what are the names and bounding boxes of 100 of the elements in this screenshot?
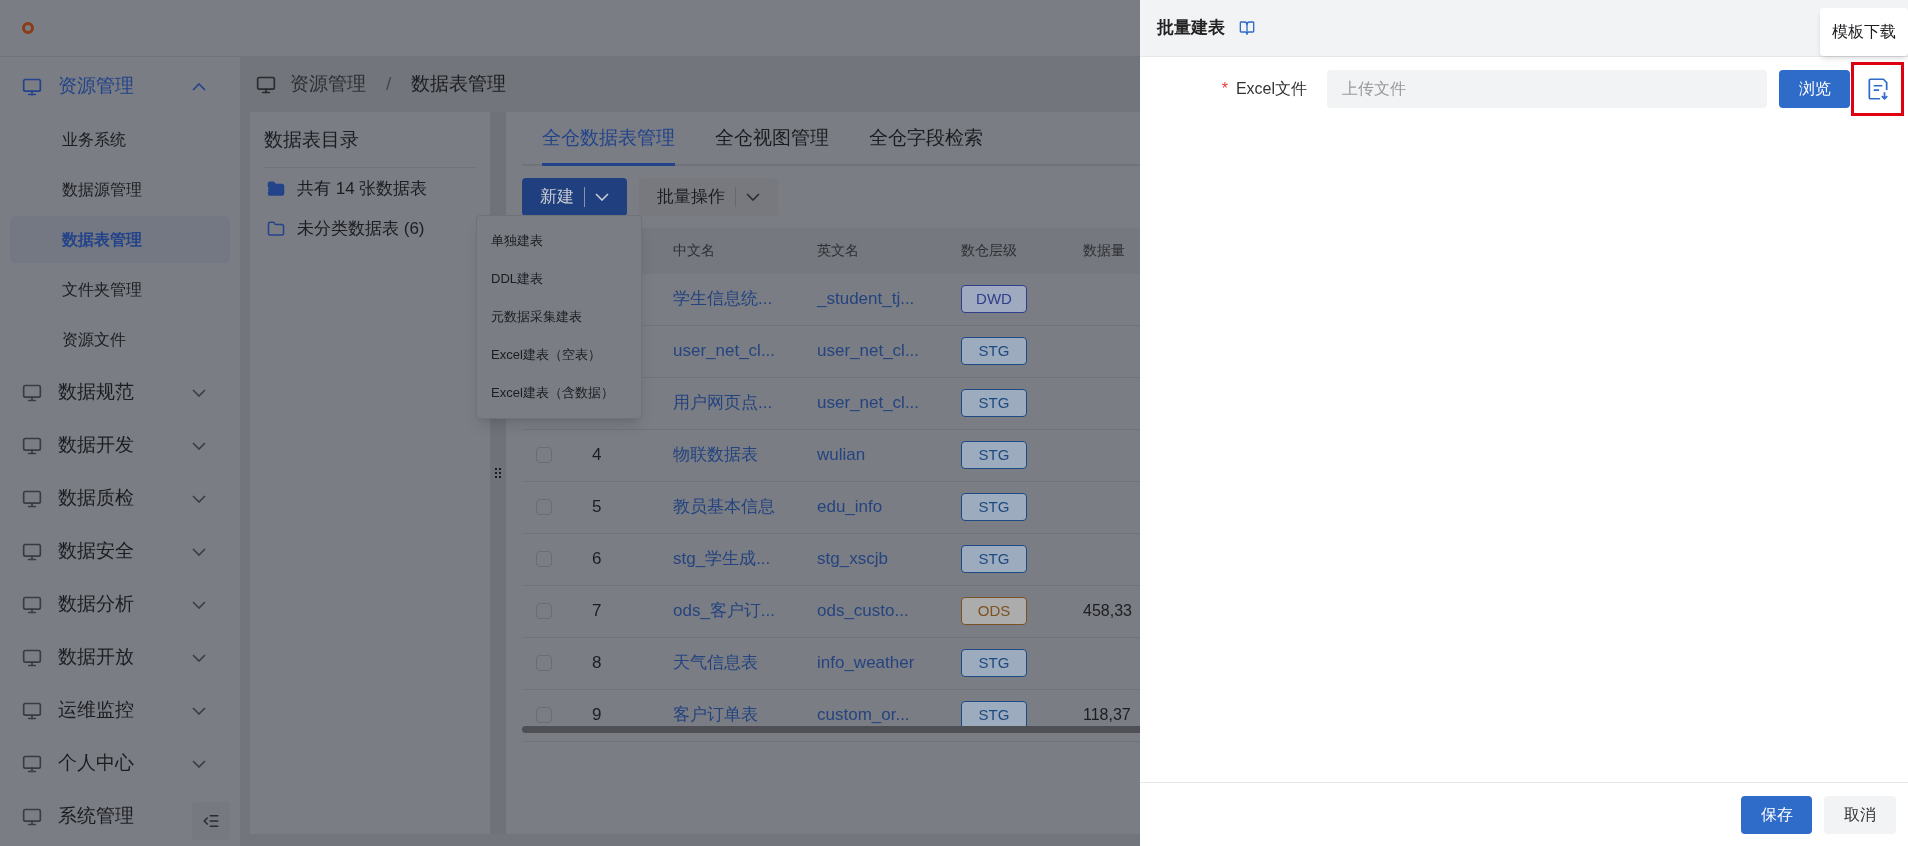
sidebar-group-label: 个人中心: [58, 751, 135, 776]
layer-tag: STG: [961, 337, 1027, 365]
caret-icon: [746, 192, 760, 201]
sidebar-group-label: 运维监控: [58, 698, 135, 723]
horizontal-scrollbar[interactable]: [522, 725, 1140, 733]
breadcrumb-separator: /: [385, 72, 393, 97]
batch-button[interactable]: 批量操作: [639, 177, 778, 216]
monitor-icon: [22, 435, 42, 456]
cancel-button[interactable]: 取消: [1824, 795, 1896, 834]
tab[interactable]: 全仓数据表管理: [542, 124, 675, 166]
sidebar-item[interactable]: 文件夹管理: [10, 266, 230, 313]
layer-tag: STG: [961, 701, 1027, 729]
catalog-item[interactable]: 未分类数据表 (6): [264, 209, 476, 248]
column-header: 英文名: [817, 241, 860, 260]
sidebar-group[interactable]: 数据安全: [0, 525, 240, 578]
layer-tag: DWD: [961, 285, 1027, 313]
table-cell: edu_info: [817, 497, 883, 517]
sidebar-group[interactable]: 数据质检: [0, 472, 240, 525]
field-label: Excel文件: [1235, 79, 1307, 99]
chevron-down-icon: [192, 759, 206, 768]
sidebar-group[interactable]: 数据开放: [0, 631, 240, 684]
table-name-link[interactable]: 用户网页点...: [673, 393, 773, 413]
sidebar-group-label: 资源管理: [58, 74, 135, 99]
monitor-icon: [22, 76, 42, 97]
table-cell: custom_or...: [817, 705, 910, 725]
layer-tag: STG: [961, 545, 1027, 573]
menu-item[interactable]: Excel建表（含数据）: [477, 374, 641, 412]
row-number: 5: [592, 497, 602, 517]
row-number: 4: [592, 445, 602, 465]
sidebar-item[interactable]: 数据表管理: [10, 216, 230, 263]
table-name-link[interactable]: user_net_cl...: [673, 341, 776, 361]
sidebar-group-label: 系统管理: [58, 804, 135, 829]
menu-item[interactable]: 元数据采集建表: [477, 298, 641, 336]
template-download-button[interactable]: [1851, 62, 1904, 116]
monitor-icon: [256, 74, 276, 95]
tab[interactable]: 全仓字段检索: [869, 124, 983, 166]
chevron-down-icon: [192, 441, 206, 450]
drag-handle-icon[interactable]: [495, 468, 501, 478]
table-cell: user_net_cl...: [817, 341, 920, 361]
sidebar-item[interactable]: 资源文件: [10, 316, 230, 363]
chevron-down-icon: [192, 600, 206, 609]
menu-item[interactable]: DDL建表: [477, 260, 641, 298]
table-name-link[interactable]: stg_学生成...: [673, 549, 771, 569]
tab[interactable]: 全仓视图管理: [715, 124, 829, 166]
chevron-down-icon: [192, 653, 206, 662]
browse-button[interactable]: 浏览: [1779, 70, 1850, 108]
chevron-up-icon: [192, 82, 206, 91]
catalog-title: 数据表目录: [264, 126, 476, 168]
row-number: 6: [592, 549, 602, 569]
logo-icon: [22, 22, 34, 34]
tooltip: 模板下载: [1820, 8, 1908, 56]
row-number: 9: [592, 705, 602, 725]
collapse-button[interactable]: [192, 802, 230, 840]
table-name-link[interactable]: 客户订单表: [673, 705, 758, 725]
column-header: 数据量: [1083, 241, 1126, 260]
table-name-link[interactable]: 学生信息统...: [673, 289, 773, 309]
sidebar-item[interactable]: 数据源管理: [10, 166, 230, 213]
sidebar-group[interactable]: 数据开发: [0, 419, 240, 472]
book-icon[interactable]: [1239, 20, 1255, 36]
collapse-icon: [202, 812, 220, 830]
catalog-item[interactable]: 共有 14 张数据表: [264, 169, 476, 208]
sidebar-item[interactable]: 业务系统: [10, 116, 230, 163]
sidebar-group[interactable]: 运维监控: [0, 684, 240, 737]
table-name-link[interactable]: 物联数据表: [673, 445, 758, 465]
new-button[interactable]: 新建: [522, 177, 627, 216]
monitor-icon: [22, 806, 42, 827]
menu-item[interactable]: 单独建表: [477, 222, 641, 260]
table-cell: 118,37: [1083, 706, 1131, 724]
sidebar-group[interactable]: 资源管理: [0, 60, 240, 113]
sidebar-group-label: 数据开发: [58, 433, 135, 458]
monitor-icon: [22, 541, 42, 562]
folder-icon: [267, 219, 285, 238]
sidebar-group-label: 数据分析: [58, 592, 135, 617]
save-button[interactable]: 保存: [1741, 795, 1812, 834]
sidebar-group-label: 数据开放: [58, 645, 135, 670]
table-name-link[interactable]: 天气信息表: [673, 653, 758, 673]
table-name-link[interactable]: ods_客户订...: [673, 601, 776, 621]
menu-item[interactable]: Excel建表（空表）: [477, 336, 641, 374]
monitor-icon: [22, 594, 42, 615]
monitor-icon: [22, 382, 42, 403]
monitor-icon: [22, 647, 42, 668]
sidebar-group[interactable]: 数据规范: [0, 366, 240, 419]
chevron-down-icon: [192, 706, 206, 715]
table-name-link[interactable]: 教员基本信息: [673, 497, 775, 517]
sidebar-group-label: 数据安全: [58, 539, 135, 564]
sidebar-group[interactable]: 个人中心: [0, 737, 240, 790]
breadcrumb-item[interactable]: 资源管理: [290, 70, 366, 99]
sidebar-group[interactable]: 数据分析: [0, 578, 240, 631]
table-cell: wulian: [817, 445, 866, 465]
layer-tag: ODS: [961, 597, 1027, 625]
table-cell: 458,33: [1083, 602, 1132, 620]
upload-field[interactable]: 上传文件: [1327, 70, 1767, 108]
monitor-icon: [22, 488, 42, 509]
required-mark: *: [1221, 79, 1228, 99]
table-cell: _student_tj...: [817, 289, 915, 309]
monitor-icon: [22, 753, 42, 774]
breadcrumb-item: 数据表管理: [411, 72, 507, 97]
drawer-title: 批量建表: [1157, 17, 1225, 40]
layer-tag: STG: [961, 389, 1027, 417]
row-number: 7: [592, 601, 602, 621]
